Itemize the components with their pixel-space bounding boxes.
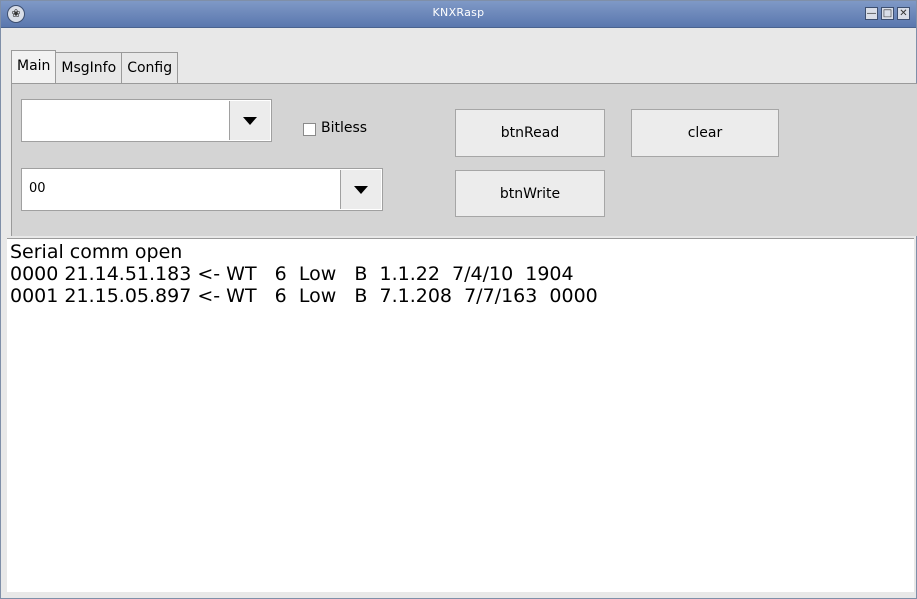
- value-combo-value: 00: [29, 181, 46, 196]
- tab-msginfo[interactable]: MsgInfo: [55, 52, 123, 83]
- clear-button[interactable]: clear: [631, 109, 779, 157]
- controls-panel: 00 btnRead clear btnWrite: [11, 83, 917, 236]
- value-combo[interactable]: 00: [21, 168, 383, 211]
- write-button[interactable]: btnWrite: [455, 170, 605, 217]
- log-line: Serial comm open: [10, 241, 183, 263]
- app-window: ❀ KNXRasp — □ ✕ Main MsgInfo Config 00 b…: [0, 0, 917, 599]
- log-line: 0000 21.14.51.183 <- WT 6 Low B 1.1.22 7…: [10, 263, 574, 285]
- minimize-icon[interactable]: —: [865, 7, 878, 20]
- message-log[interactable]: Serial comm open 0000 21.14.51.183 <- WT…: [7, 238, 914, 592]
- window-controls: — □ ✕: [865, 7, 910, 20]
- address-combo[interactable]: [21, 99, 272, 142]
- read-button[interactable]: btnRead: [455, 109, 605, 157]
- address-combo-dropdown[interactable]: [229, 101, 270, 140]
- window-title: KNXRasp: [432, 6, 485, 19]
- log-line: 0001 21.15.05.897 <- WT 6 Low B 7.1.208 …: [10, 285, 598, 307]
- bitless-label: Bitless: [321, 120, 368, 136]
- bitless-checkbox[interactable]: [303, 123, 316, 136]
- value-combo-dropdown[interactable]: [340, 170, 381, 209]
- chevron-down-icon: [354, 185, 368, 194]
- tab-config[interactable]: Config: [121, 52, 179, 83]
- title-bar[interactable]: ❀ KNXRasp — □ ✕: [1, 1, 916, 28]
- tab-bar: Main MsgInfo Config: [11, 50, 179, 83]
- tab-main[interactable]: Main: [11, 50, 57, 83]
- chevron-down-icon: [243, 116, 257, 125]
- close-icon[interactable]: ✕: [897, 7, 910, 20]
- maximize-icon[interactable]: □: [881, 7, 894, 20]
